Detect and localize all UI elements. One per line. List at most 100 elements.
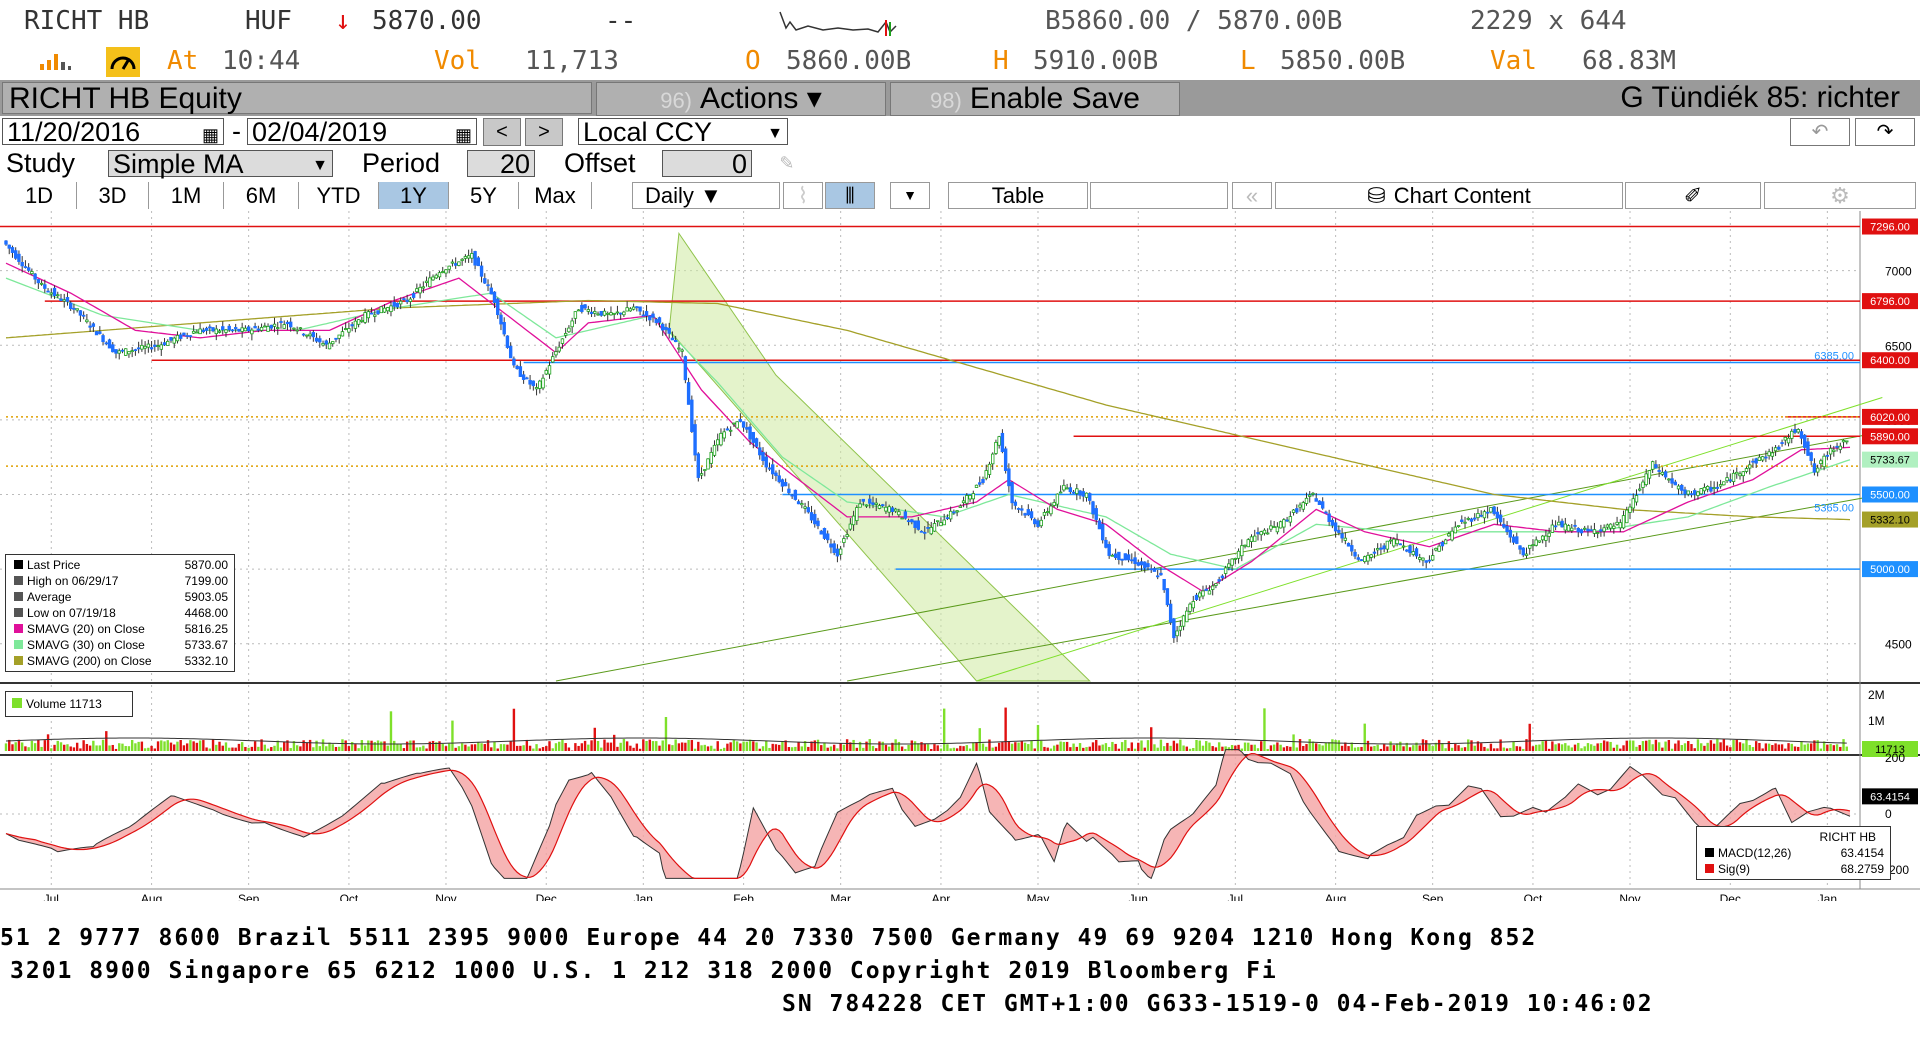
range-tab-6m[interactable]: 6M <box>224 182 299 209</box>
volume-bar <box>1353 747 1357 751</box>
redo-button[interactable]: ↷ <box>1855 118 1915 146</box>
volume-bar <box>1450 747 1454 751</box>
volume-tick-label: 1M <box>1868 714 1885 728</box>
currency-select[interactable]: Local CCY ▼ <box>578 117 788 147</box>
volume-bar <box>1425 740 1428 751</box>
edit-chart-icon[interactable]: ✐ <box>1625 182 1761 209</box>
candle <box>735 421 739 429</box>
volume-bar <box>8 739 11 751</box>
end-date-field[interactable]: 02/04/2019 ▦ <box>247 117 477 147</box>
candle <box>408 298 413 302</box>
volume-bar <box>1670 748 1674 751</box>
line-chart-icon[interactable]: ⌇ <box>783 182 823 209</box>
chevron-down-icon[interactable]: ▼ <box>890 182 930 209</box>
range-tab-max[interactable]: Max <box>519 182 592 209</box>
volume-bar <box>622 739 626 751</box>
bars-icon <box>40 54 71 70</box>
prev-button[interactable]: < <box>483 118 521 146</box>
gauge-icon[interactable] <box>106 47 140 77</box>
candle <box>318 338 322 343</box>
undo-button[interactable]: ↶ <box>1790 118 1850 146</box>
gear-icon[interactable]: ⚙ <box>1764 182 1916 209</box>
volume-bar <box>418 747 422 751</box>
candle <box>1576 527 1580 533</box>
volume-bar <box>312 747 315 751</box>
candle <box>204 327 209 331</box>
enable-save-button[interactable]: 98) Enable Save <box>890 82 1180 116</box>
price-label: 5332.10 <box>1870 515 1910 527</box>
candle <box>1421 557 1425 561</box>
blank-tool[interactable] <box>1090 182 1228 209</box>
actions-button[interactable]: 96) Actions ▾ <box>596 82 886 116</box>
volume-bar <box>27 747 30 751</box>
pencil-icon[interactable]: ✎ <box>780 150 793 175</box>
candle <box>434 274 438 279</box>
save-label: Enable Save <box>969 82 1140 115</box>
end-date: 02/04/2019 <box>252 117 388 147</box>
range-tab-5y[interactable]: 5Y <box>449 182 519 209</box>
range-tab-1d[interactable]: 1D <box>2 182 77 209</box>
candle <box>945 517 950 520</box>
candle <box>1029 511 1034 519</box>
x-tick-label: Oct <box>1524 892 1543 901</box>
candle <box>1709 486 1713 492</box>
candle <box>1058 491 1063 494</box>
candle <box>1301 502 1305 510</box>
calendar-icon[interactable]: ▦ <box>455 122 472 149</box>
bar-chart-icon[interactable]: ⫴ <box>825 182 875 209</box>
volume-legend-label: Volume 11713 <box>26 697 102 711</box>
candle <box>1159 572 1163 576</box>
candle <box>787 488 791 494</box>
collapse-icon[interactable]: « <box>1232 182 1272 209</box>
volume-bar <box>1023 742 1027 751</box>
candle <box>353 320 358 329</box>
volume-bar <box>1211 746 1214 751</box>
x-tick-label: Aug <box>1325 892 1346 901</box>
volume-bar <box>897 741 901 751</box>
low-label: L <box>1240 46 1256 76</box>
frequency-select[interactable]: Daily ▼ <box>632 182 780 209</box>
candle <box>1693 490 1697 495</box>
range-tab-ytd[interactable]: YTD <box>299 182 379 209</box>
candle <box>819 530 823 535</box>
candle <box>1715 486 1720 489</box>
volume-bar <box>360 740 364 751</box>
range-tab-1m[interactable]: 1M <box>149 182 224 209</box>
volume-bar <box>1036 724 1040 751</box>
period-input[interactable]: 20 <box>467 150 535 178</box>
candle <box>1832 449 1836 452</box>
start-date-field[interactable]: 11/20/2016 ▦ <box>2 118 224 146</box>
candle <box>166 340 170 346</box>
candle <box>175 334 180 342</box>
currency-value: Local CCY <box>583 117 713 147</box>
chart-content-button[interactable]: ⛁ Chart Content <box>1275 182 1623 209</box>
security-field[interactable]: RICHT HB Equity <box>2 82 592 115</box>
candle <box>910 519 914 523</box>
offset-input[interactable]: 0 <box>662 150 752 178</box>
volume-bar <box>1272 744 1276 751</box>
candle <box>1731 472 1736 482</box>
volume-bar <box>1644 740 1648 751</box>
calendar-icon[interactable]: ▦ <box>202 122 219 149</box>
volume-bar <box>493 741 496 751</box>
range-tab-1y[interactable]: 1Y <box>379 182 449 209</box>
volume-bar <box>1829 743 1832 751</box>
study-select[interactable]: Simple MA ▼ <box>108 150 333 178</box>
low-price: 5850.00B <box>1280 46 1406 76</box>
range-tab-3d[interactable]: 3D <box>77 182 149 209</box>
volume-bar <box>1001 741 1004 751</box>
price-chart[interactable]: 450050005500600065007000JulAugSepOctNovD… <box>0 211 1920 901</box>
table-button[interactable]: Table <box>948 182 1088 209</box>
candle <box>1803 434 1807 448</box>
volume-bar <box>1473 745 1476 751</box>
volume-bar <box>1253 744 1256 751</box>
volume-bar <box>1279 744 1282 751</box>
candle <box>347 328 351 333</box>
candle <box>851 515 856 526</box>
candle <box>1185 610 1189 623</box>
candle <box>1042 512 1047 516</box>
next-button[interactable]: > <box>525 118 563 146</box>
candle <box>282 324 286 329</box>
candle <box>159 344 163 350</box>
volume-bar <box>878 741 881 751</box>
